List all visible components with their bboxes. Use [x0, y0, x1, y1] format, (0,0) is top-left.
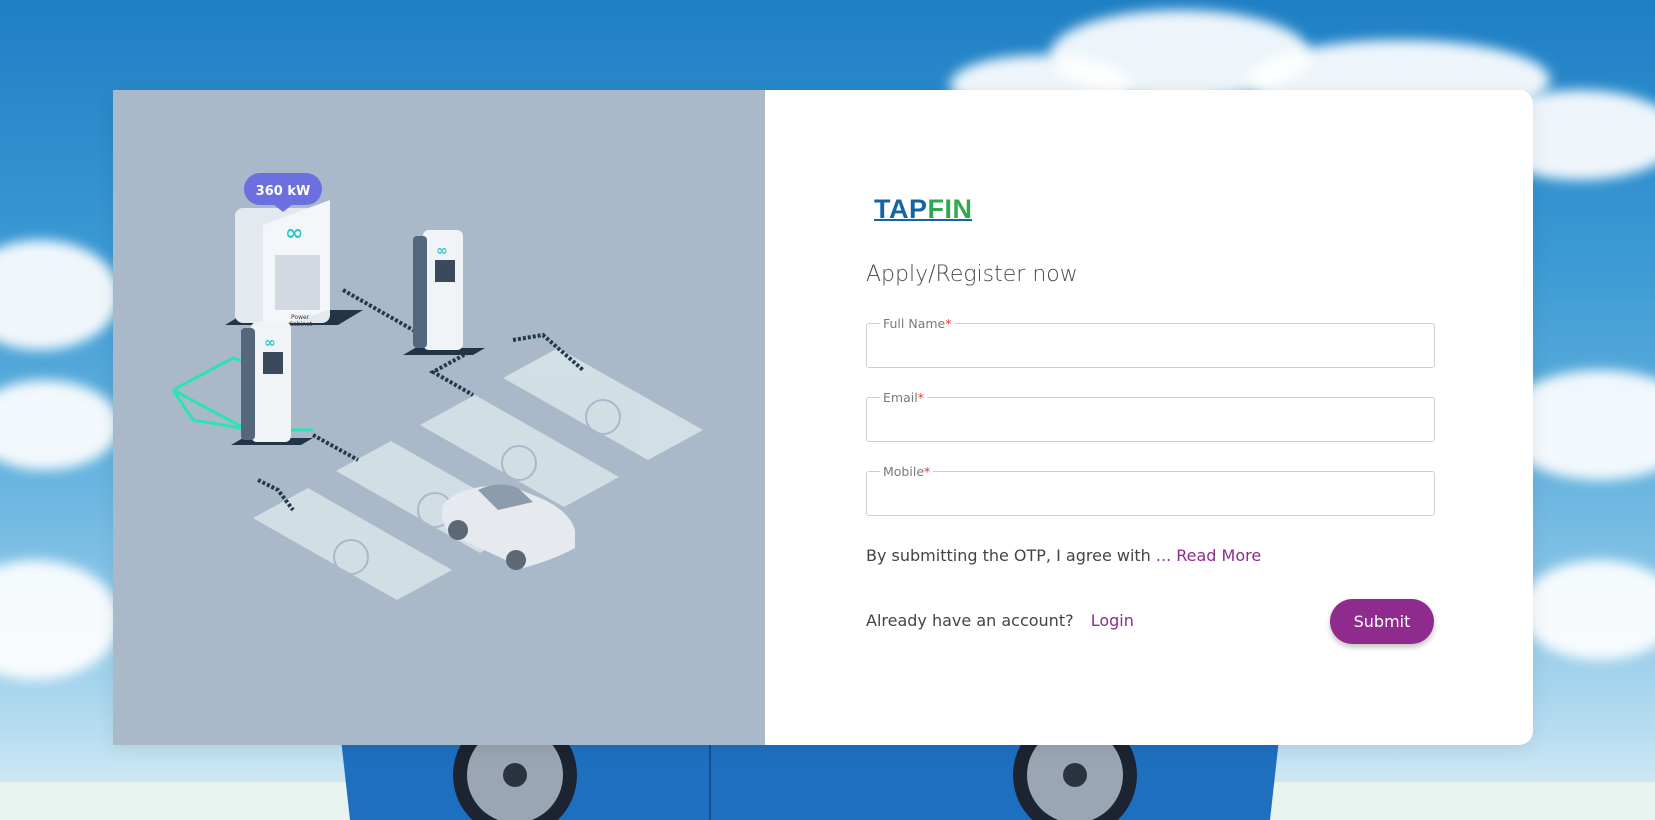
charging-station-graphic: ∞ Power Cabinet 360 kW ∞ ∞: [171, 173, 703, 600]
mobile-field[interactable]: Mobile*: [866, 464, 1435, 516]
submit-button[interactable]: Submit: [1330, 599, 1434, 644]
form-title: Apply/Register now: [866, 262, 1078, 287]
full-name-label: Full Name*: [880, 316, 955, 331]
read-more-link[interactable]: ... Read More: [1156, 546, 1261, 565]
power-badge: 360 kW: [256, 184, 311, 199]
register-form-panel: TAPFIN Apply/Register now Full Name* Ema…: [765, 90, 1533, 745]
register-card: ∞ Power Cabinet 360 kW ∞ ∞ TAPFIN Apply/…: [113, 90, 1533, 745]
cloud: [0, 380, 120, 470]
logo-underline: [874, 219, 972, 221]
svg-text:Cabinet: Cabinet: [289, 321, 313, 328]
svg-text:∞: ∞: [285, 221, 303, 246]
cloud: [1520, 560, 1655, 660]
mobile-input[interactable]: [867, 472, 1434, 515]
login-link[interactable]: Login: [1091, 611, 1134, 630]
consent-text: By submitting the OTP, I agree with ... …: [866, 546, 1262, 565]
svg-text:∞: ∞: [264, 335, 276, 351]
login-prompt: Already have an account? Login: [866, 611, 1134, 630]
full-name-field[interactable]: Full Name*: [866, 316, 1435, 368]
email-label: Email*: [880, 390, 927, 405]
email-field[interactable]: Email*: [866, 390, 1435, 442]
svg-text:∞: ∞: [436, 243, 448, 259]
svg-text:Power: Power: [291, 314, 310, 321]
ev-charging-illustration: ∞ Power Cabinet 360 kW ∞ ∞: [113, 90, 765, 745]
mobile-label: Mobile*: [880, 464, 934, 479]
cloud: [0, 560, 120, 680]
email-input[interactable]: [867, 398, 1434, 441]
cloud: [0, 240, 120, 350]
